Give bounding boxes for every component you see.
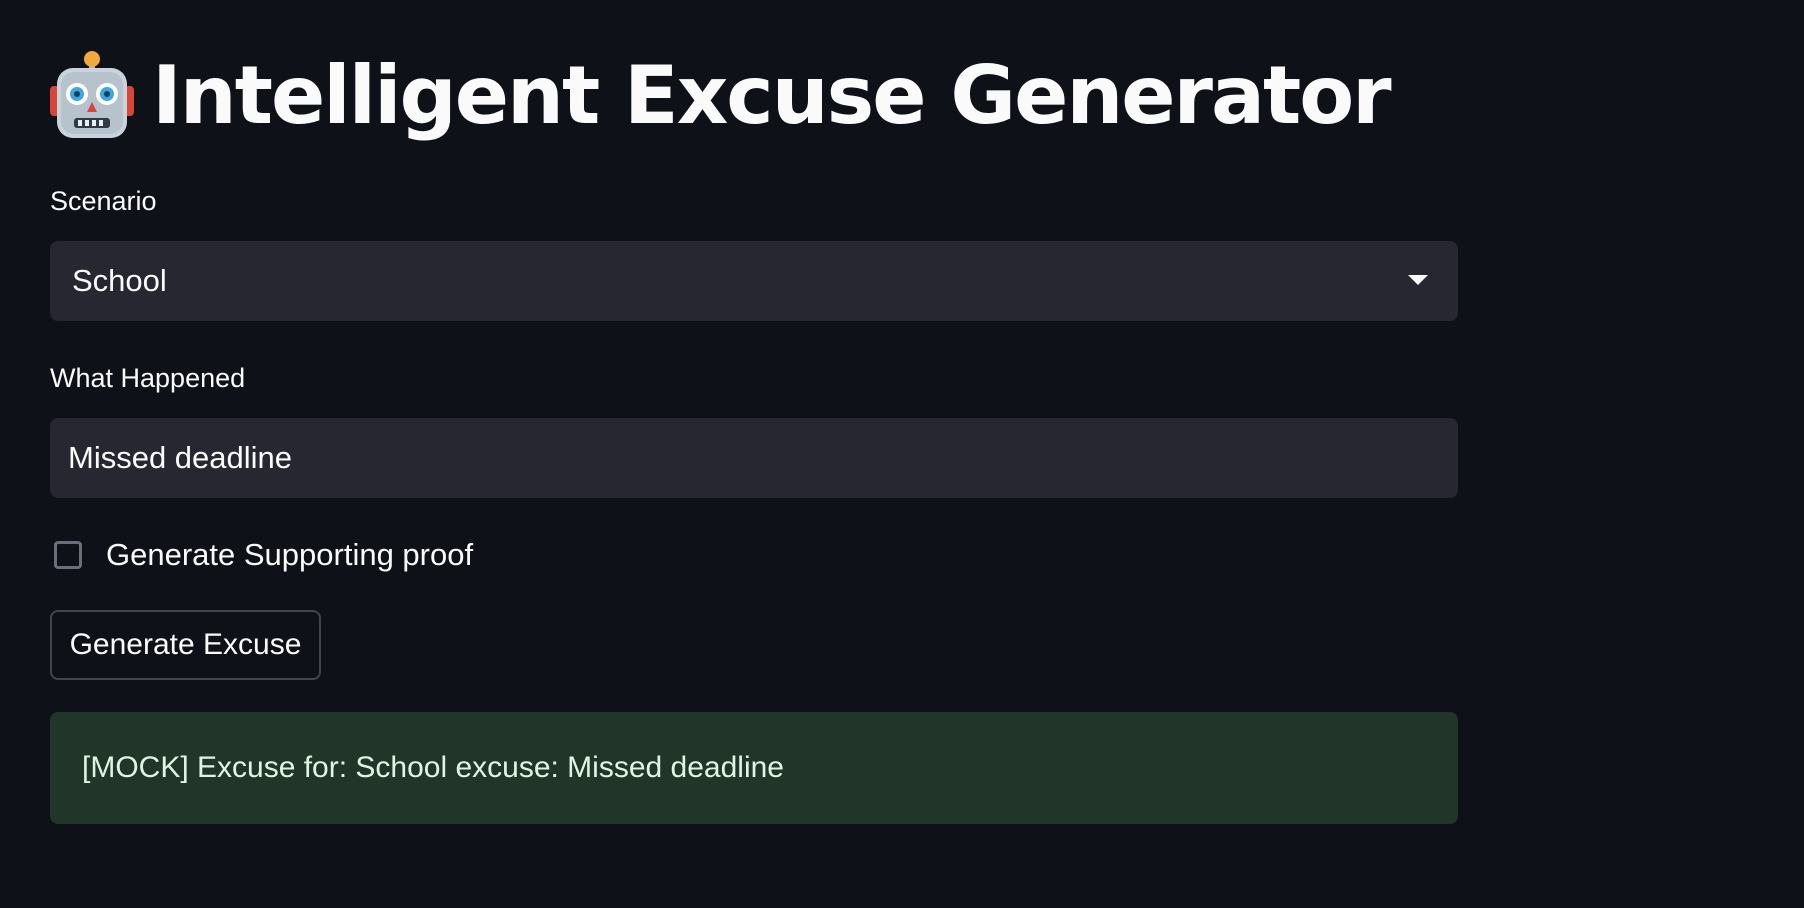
chevron-down-icon[interactable] — [1408, 275, 1428, 285]
robot-icon — [50, 51, 134, 138]
generate-excuse-button[interactable]: Generate Excuse — [50, 610, 321, 680]
app-page: Intelligent Excuse Generator Scenario Sc… — [0, 0, 1804, 908]
scenario-selected-value: School — [72, 263, 167, 298]
result-message: [MOCK] Excuse for: School excuse: Missed… — [82, 751, 784, 784]
page-title: Intelligent Excuse Generator — [152, 49, 1392, 142]
proof-checkbox-label[interactable]: Generate Supporting proof — [106, 537, 473, 573]
what-happened-input[interactable] — [50, 418, 1458, 498]
scenario-select[interactable]: School — [50, 241, 1458, 321]
result-alert: [MOCK] Excuse for: School excuse: Missed… — [50, 712, 1458, 824]
what-happened-label: What Happened — [50, 363, 246, 393]
proof-checkbox-row[interactable]: Generate Supporting proof — [54, 535, 473, 575]
proof-checkbox[interactable] — [54, 541, 82, 569]
scenario-label: Scenario — [50, 186, 157, 216]
title-row: Intelligent Excuse Generator — [50, 40, 1392, 152]
